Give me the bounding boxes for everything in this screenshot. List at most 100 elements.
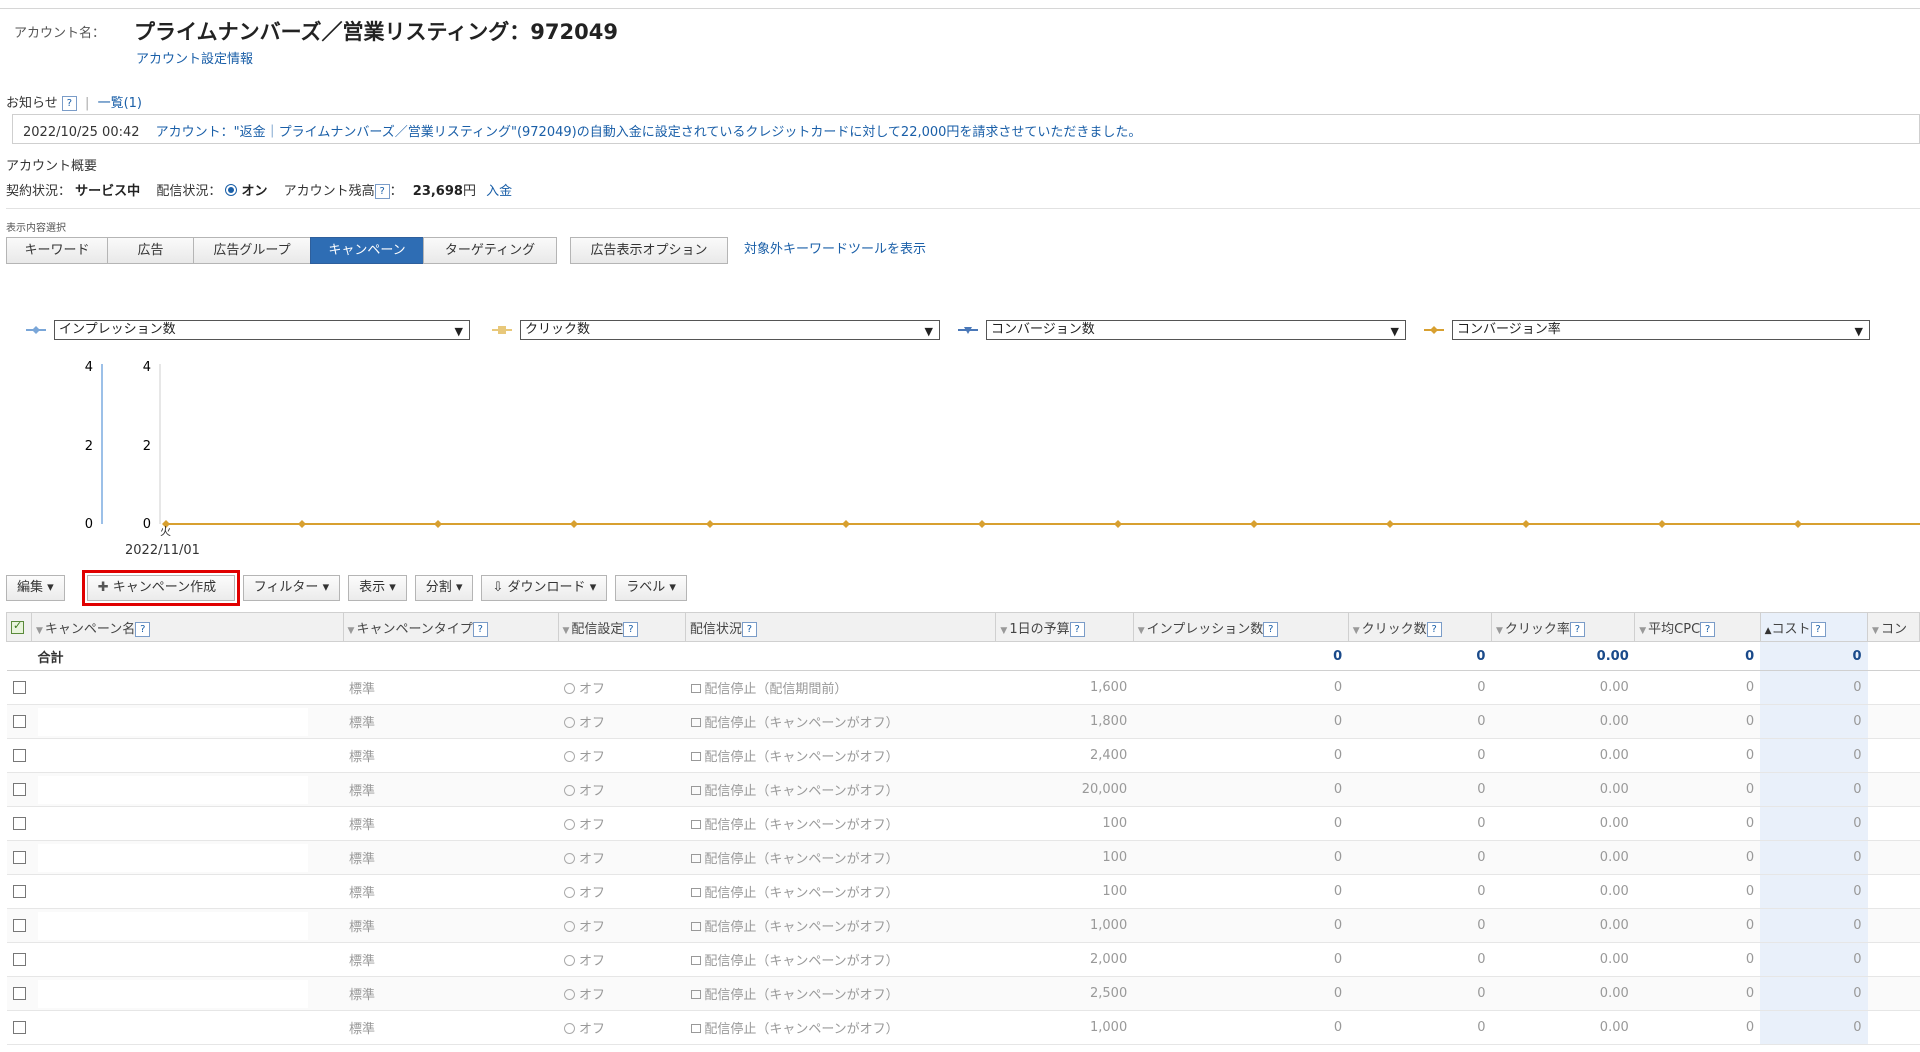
radio-off-icon [564,717,575,728]
edit-button[interactable]: 編集 ▾ [6,575,65,601]
row-checkbox[interactable] [6,738,32,773]
create-campaign-button[interactable]: ✚ キャンペーン作成 [81,570,240,606]
row-checkbox[interactable] [6,942,32,977]
campaign-name-cell[interactable] [31,704,344,739]
notice-message-link[interactable]: アカウント："返金｜プライムナンバーズ／営業リスティング"(972049)の自動… [156,125,1142,140]
col-ctr[interactable]: ▼ クリック率? [1490,612,1636,642]
col-impressions[interactable]: ▼ インプレッション数? [1132,612,1349,642]
metric-select-clicks[interactable]: クリック数 ▼ [520,320,940,340]
daily-budget[interactable]: 1,800 [995,704,1134,739]
notice-help-icon[interactable]: ? [61,96,77,111]
label-button[interactable]: ラベル ▾ [615,575,687,601]
radio-off-icon [564,1023,575,1034]
table-row: 標準 オフ 配信停止（キャンペーンがオフ） 100 0 0 0.00 0 0 [6,840,1920,875]
negative-keyword-tool-link[interactable]: 対象外キーワードツールを表示 [744,238,926,257]
delivery-setting[interactable]: オフ [558,942,686,977]
tab-adgroup[interactable]: 広告グループ [193,237,311,264]
section-divider [6,208,1920,209]
daily-budget[interactable]: 2,000 [995,942,1134,977]
table-row: 標準 オフ 配信停止（キャンペーンがオフ） 2,400 0 0 0.00 0 0 [6,738,1920,773]
row-checkbox[interactable] [6,840,32,875]
row-checkbox[interactable] [6,806,32,841]
table-row: 標準 オフ 配信停止（配信期間前） 1,600 0 0 0.00 0 0 [6,670,1920,705]
notice-header: お知らせ ? | 一覧(1) [6,92,142,111]
delivery-setting[interactable]: オフ [558,772,686,807]
delivery-setting[interactable]: オフ [558,1010,686,1045]
impressions: 0 [1133,772,1349,807]
delivery-setting[interactable]: オフ [558,840,686,875]
metric-select-conversions[interactable]: コンバージョン数 ▼ [986,320,1406,340]
total-label: 合計 [31,641,344,671]
metric-select-conversion-rate[interactable]: コンバージョン率 ▼ [1452,320,1870,340]
metric-select-impressions[interactable]: インプレッション数 ▼ [54,320,470,340]
col-avg-cpc[interactable]: ▼ 平均CPC? [1634,612,1761,642]
display-button[interactable]: 表示 ▾ [348,575,407,601]
delivery-setting[interactable]: オフ [558,908,686,943]
daily-budget[interactable]: 100 [995,874,1134,909]
tab-keyword[interactable]: キーワード [6,237,108,264]
download-button[interactable]: ⇩ ダウンロード ▾ [481,575,608,601]
clicks: 0 [1348,908,1492,943]
balance-help-icon[interactable]: ? [374,184,390,199]
daily-budget[interactable]: 20,000 [995,772,1134,807]
daily-budget[interactable]: 100 [995,840,1134,875]
delivery-status: 配信停止（キャンペーンがオフ） [685,840,996,875]
daily-budget[interactable]: 1,000 [995,1010,1134,1045]
table-row: 標準 オフ 配信停止（キャンペーンがオフ） 100 0 0 0.00 0 0 [6,806,1920,841]
delivery-setting[interactable]: オフ [558,976,686,1011]
daily-budget[interactable]: 2,400 [995,738,1134,773]
delivery-setting[interactable]: オフ [558,704,686,739]
deposit-link[interactable]: 入金 [486,184,512,199]
campaign-name-cell[interactable] [31,670,344,705]
tab-campaign[interactable]: キャンペーン [310,237,424,264]
row-checkbox[interactable] [6,874,32,909]
campaign-name-cell[interactable] [31,840,344,875]
col-delivery-setting[interactable]: ▼ 配信設定? [557,612,686,642]
delivery-setting[interactable]: オフ [558,874,686,909]
delivery-label: 配信状況： [156,184,222,199]
tab-ad[interactable]: 広告 [107,237,194,264]
radio-off-icon [564,921,575,932]
col-delivery-status[interactable]: 配信状況? [684,612,997,642]
campaign-name-cell[interactable] [31,738,344,773]
col-clicks[interactable]: ▼ クリック数? [1347,612,1492,642]
account-settings-link[interactable]: アカウント設定情報 [136,48,253,67]
row-checkbox[interactable] [6,670,32,705]
data-point [298,520,306,528]
daily-budget[interactable]: 2,500 [995,976,1134,1011]
select-all-checkbox[interactable] [6,612,32,642]
split-button[interactable]: 分割 ▾ [414,575,474,601]
campaign-name-cell[interactable] [31,976,344,1011]
row-checkbox[interactable] [6,908,32,943]
delivery-setting[interactable]: オフ [558,738,686,773]
filter-button[interactable]: フィルター ▾ [242,575,341,601]
col-campaign-name[interactable]: ▼ キャンペーン名? [31,612,344,642]
row-checkbox[interactable] [6,976,32,1011]
campaign-name-cell[interactable] [31,874,344,909]
col-campaign-type[interactable]: ▼ キャンペーンタイプ? [342,612,559,642]
daily-budget[interactable]: 1,600 [995,670,1134,705]
campaign-name-cell[interactable] [31,908,344,943]
data-point [1114,520,1122,528]
campaign-name-cell[interactable] [31,942,344,977]
campaign-name-cell[interactable] [31,772,344,807]
tab-targeting[interactable]: ターゲティング [423,237,557,264]
delivery-status: 配信停止（キャンペーンがオフ） [685,738,996,773]
col-daily-budget[interactable]: ▼ 1日の予算? [995,612,1134,642]
campaign-name-cell[interactable] [31,806,344,841]
col-cost[interactable]: ▲コスト? [1759,612,1869,642]
tab-ad-extensions[interactable]: 広告表示オプション [570,237,728,264]
notice-list-link[interactable]: 一覧(1) [98,96,142,111]
campaign-name-cell[interactable] [31,1010,344,1045]
row-checkbox[interactable] [6,704,32,739]
delivery-on-radio-icon [225,184,238,196]
delivery-setting[interactable]: オフ [558,806,686,841]
row-checkbox[interactable] [6,1010,32,1045]
conversions-legend-icon [958,327,978,334]
row-checkbox[interactable] [6,772,32,807]
col-conversions[interactable]: ▼ コン [1867,612,1920,642]
chevron-down-icon: ▼ [924,325,933,338]
daily-budget[interactable]: 100 [995,806,1134,841]
delivery-setting[interactable]: オフ [558,670,686,705]
daily-budget[interactable]: 1,000 [995,908,1134,943]
